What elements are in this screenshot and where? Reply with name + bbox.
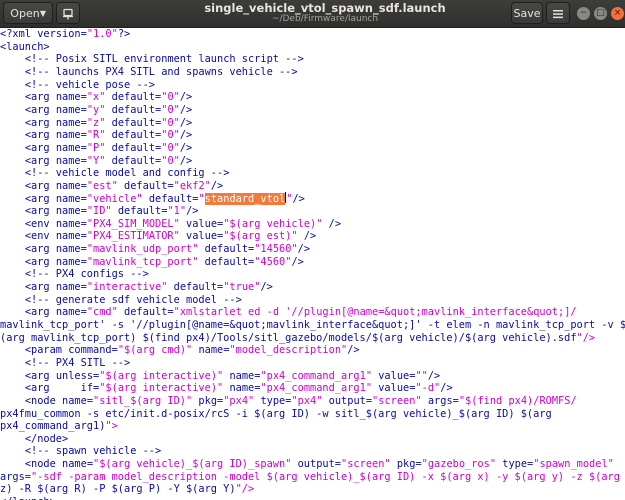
maximize-icon[interactable]: □ [594, 7, 607, 20]
code-line[interactable]: <!-- vehicle model and config --> [0, 167, 230, 180]
save-button[interactable]: Save [511, 2, 543, 24]
pin-button[interactable] [56, 2, 80, 24]
code-line[interactable]: <arg name="est" default="ekf2"/> [0, 180, 223, 193]
selected-text: standard_vtol [204, 193, 286, 206]
code-line[interactable]: <arg name="P" default="0"/> [0, 142, 192, 155]
code-line[interactable]: <param command="$(arg cmd)" name="model_… [0, 344, 360, 357]
open-button-label: Open [10, 7, 40, 20]
code-line[interactable]: <!-- vehicle pose --> [0, 79, 155, 92]
code-line[interactable]: </launch> [0, 496, 56, 500]
code-line[interactable]: <arg name="mavlink_udp_port" default="14… [0, 243, 310, 256]
code-line[interactable]: <env name="PX4_SIM_MODEL" value="$(arg v… [0, 218, 341, 231]
hamburger-menu-button[interactable] [546, 2, 570, 24]
text-cursor [285, 192, 287, 204]
code-line[interactable]: <arg name="R" default="0"/> [0, 129, 192, 142]
code-line[interactable]: <!-- launchs PX4 SITL and spawns vehicle… [0, 66, 298, 79]
code-line[interactable]: <?xml version="1.0"?> [0, 28, 130, 41]
pin-icon [63, 8, 73, 20]
code-line[interactable]: <!-- PX4 configs --> [0, 268, 149, 281]
code-line[interactable]: <arg unless="$(arg interactive)" name="p… [0, 370, 440, 383]
text-editor[interactable]: <?xml version="1.0"?> <launch> <!-- Posix… [0, 28, 625, 500]
code-line[interactable]: <!-- generate sdf vehicle model --> [0, 294, 242, 307]
code-line[interactable]: mavlink_tcp_port' -s '//plugin[@name=&qu… [0, 319, 625, 332]
code-line[interactable]: <arg name="x" default="0"/> [0, 91, 192, 104]
code-line[interactable]: px4_command_arg1)"> [0, 420, 118, 433]
code-line[interactable]: <node name="$(arg vehicle)_$(arg ID)_spa… [0, 458, 614, 471]
code-line[interactable]: (arg mavlink_tcp_port) $(find px4)/Tools… [0, 332, 595, 345]
code-line[interactable]: z) -R $(arg R) -P $(arg P) -Y $(arg Y)"/… [0, 483, 254, 496]
code-line[interactable]: <arg name="ID" default="1"/> [0, 205, 199, 218]
code-line[interactable]: <arg if="$(arg interactive)" name="px4_c… [0, 382, 453, 395]
code-line[interactable]: <node name="sitl_$(arg ID)" pkg="px4" ty… [0, 395, 577, 408]
window-subtitle: ~/Deb/Firmware/launch [271, 14, 379, 24]
hamburger-menu-icon [553, 10, 563, 19]
open-button[interactable]: Open ▼ [3, 2, 53, 24]
code-line[interactable]: <arg name="mavlink_tcp_port" default="45… [0, 256, 304, 269]
code-line[interactable]: <arg name="interactive" default="true"/> [0, 281, 273, 294]
code-line[interactable]: <arg name="Y" default="0"/> [0, 155, 192, 168]
chevron-down-icon: ▼ [39, 9, 46, 18]
code-line[interactable]: <arg name="z" default="0"/> [0, 117, 192, 130]
code-line[interactable]: </node> [0, 433, 68, 446]
code-line[interactable]: <arg name="y" default="0"/> [0, 104, 192, 117]
code-line[interactable]: <!-- Posix SITL environment launch scrip… [0, 53, 304, 66]
code-line[interactable]: args="-sdf -param model_description -mod… [0, 471, 620, 484]
code-line[interactable]: <!-- PX4 SITL --> [0, 357, 130, 370]
window-title: single_vehicle_vtol_spawn_sdf.launch [204, 1, 446, 15]
code-line[interactable]: <launch> [0, 41, 50, 54]
code-line[interactable]: <arg name="vehicle" default="standard_vt… [0, 192, 305, 206]
code-line[interactable]: <!-- spawn vehicle --> [0, 445, 161, 458]
minimize-icon[interactable]: − [577, 7, 590, 20]
header-bar: Open ▼ single_vehicle_vtol_spawn_sdf.lau… [0, 0, 625, 28]
code-line[interactable]: <env name="PX4_ESTIMATOR" value="$(arg e… [0, 230, 316, 243]
close-icon[interactable]: × [611, 7, 624, 20]
code-line[interactable]: <arg name="cmd" default="xmlstarlet ed -… [0, 306, 577, 319]
code-line[interactable]: px4fmu_common -s etc/init.d-posix/rcS -i… [0, 408, 552, 421]
